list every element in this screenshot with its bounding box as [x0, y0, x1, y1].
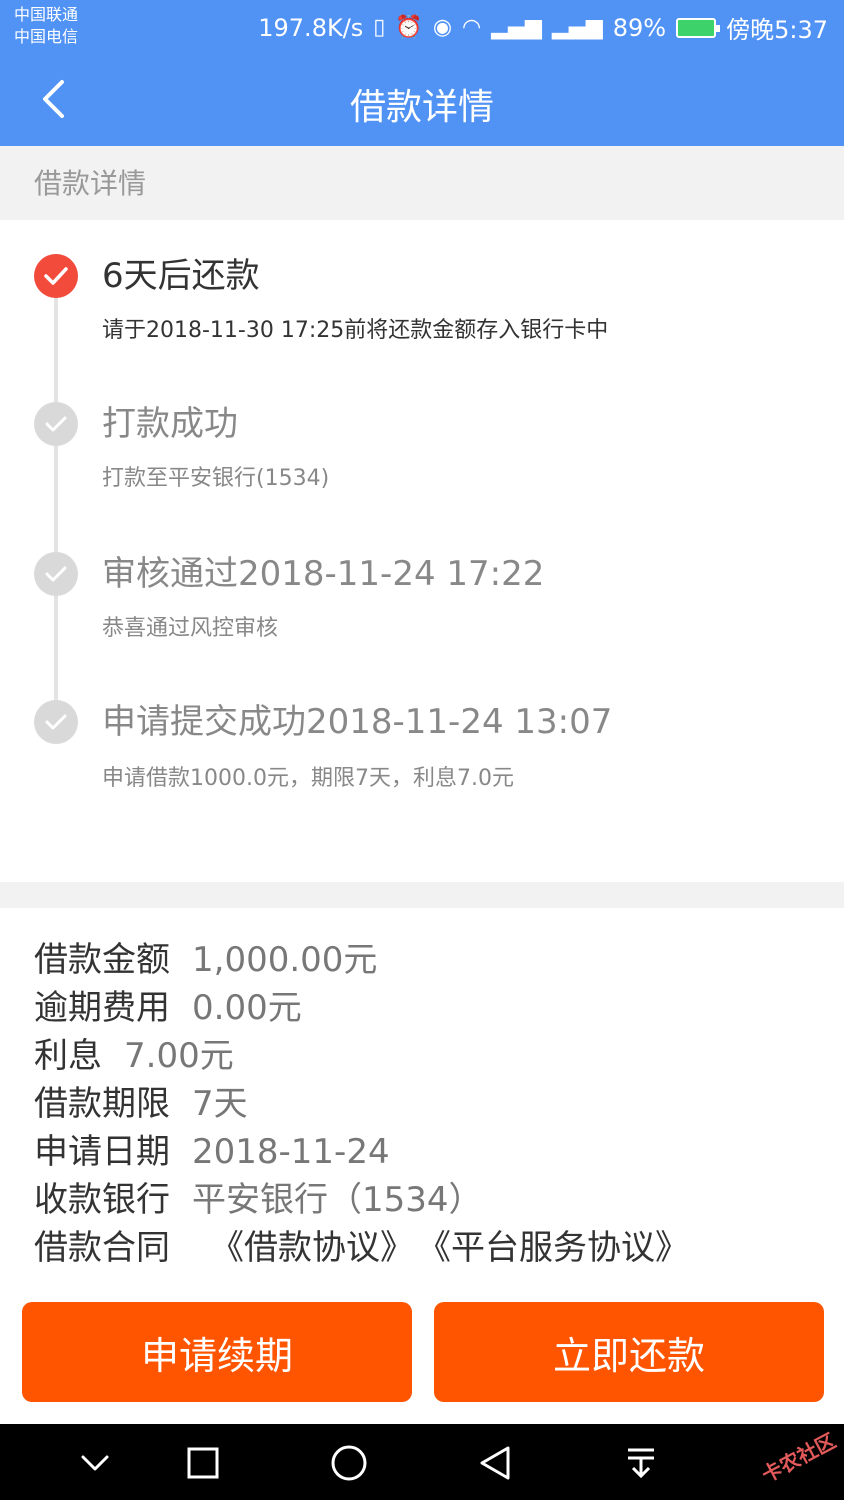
section-divider: [0, 882, 844, 908]
detail-label: 收款银行: [34, 1180, 170, 1220]
detail-value: 0.00元: [192, 988, 302, 1028]
check-circle-icon: [34, 402, 78, 446]
step-title: 6天后还款: [102, 256, 260, 296]
loan-agreement-link[interactable]: 《借款协议》: [210, 1228, 414, 1268]
extend-loan-button[interactable]: 申请续期: [22, 1302, 412, 1402]
timeline-step-submitted: 申请提交成功2018-11-24 13:07 申请借款1000.0元，期限7天，…: [0, 668, 844, 808]
network-speed: 197.8K/s: [258, 13, 364, 42]
timeline-step-paid: 打款成功 打款至平安银行(1534): [0, 370, 844, 510]
signal-4g-icon: ▂▄▆: [551, 15, 603, 40]
detail-value: 2018-11-24: [192, 1132, 390, 1172]
page-title: 借款详情: [349, 87, 494, 128]
step-subtitle: 请于2018-11-30 17:25前将还款金额存入银行卡中: [102, 318, 609, 343]
detail-value: 1,000.00元: [192, 940, 378, 980]
back-nav-button[interactable]: [470, 1438, 520, 1488]
step-subtitle: 打款至平安银行(1534): [102, 466, 330, 491]
platform-service-agreement-link[interactable]: 《平台服务协议》: [434, 1228, 689, 1268]
step-title: 申请提交成功2018-11-24 13:07: [102, 702, 613, 742]
detail-value: 7.00元: [124, 1036, 234, 1076]
section-label: 借款详情: [34, 167, 147, 200]
hide-nav-button[interactable]: [70, 1438, 120, 1488]
check-circle-icon: [34, 552, 78, 596]
square-icon: [187, 1447, 219, 1479]
section-header: 借款详情: [0, 146, 844, 220]
detail-label: 逾期费用: [34, 988, 170, 1028]
clock: 傍晚5:37: [726, 16, 828, 44]
check-circle-icon: [34, 254, 78, 298]
notification-pull-button[interactable]: [616, 1438, 666, 1488]
step-subtitle: 恭喜通过风控审核: [102, 616, 279, 641]
eye-icon: ◉: [432, 15, 453, 40]
app-header: 借款详情: [0, 56, 844, 146]
circle-icon: [331, 1445, 367, 1481]
timeline-step-repay: 6天后还款 请于2018-11-30 17:25前将还款金额存入银行卡中: [0, 220, 844, 360]
alarm-icon: ⏰: [395, 15, 423, 40]
loan-details: 借款金额 1,000.00元 逾期费用 0.00元 利息 7.00元 借款期限 7天 申…: [0, 908, 844, 1298]
detail-value: 7天: [192, 1084, 248, 1124]
watermark-logo: 卡农社区: [757, 1428, 840, 1488]
step-title: 打款成功: [102, 404, 238, 444]
check-circle-icon: [34, 700, 78, 744]
detail-label: 借款合同: [34, 1228, 170, 1268]
battery-percent: 89%: [612, 13, 667, 42]
repay-now-button[interactable]: 立即还款: [434, 1302, 824, 1402]
detail-label: 借款期限: [34, 1084, 170, 1124]
timeline-step-approved: 审核通过2018-11-24 17:22 恭喜通过风控审核: [0, 520, 844, 660]
home-button[interactable]: [324, 1438, 374, 1488]
system-nav-bar: 卡农社区: [0, 1424, 844, 1500]
signal-3g-icon: ▂▄▆: [491, 15, 542, 40]
carrier-2: 中国电信: [14, 27, 79, 46]
status-indicators: 197.8K/s ▯ ⏰ ◉ ◠ ▂▄▆ ▂▄▆ 89% 傍晚5:37: [258, 10, 828, 45]
vibrate-icon: ▯: [373, 15, 386, 40]
detail-row-bank: 收款银行 平安银行（1534）: [34, 1172, 483, 1221]
detail-row-interest: 利息 7.00元: [34, 1028, 234, 1077]
detail-label: 借款金额: [34, 940, 170, 980]
detail-row-amount: 借款金额 1,000.00元: [34, 932, 377, 981]
detail-row-date: 申请日期 2018-11-24: [34, 1124, 390, 1173]
detail-label: 利息: [34, 1036, 102, 1076]
step-title: 审核通过2018-11-24 17:22: [102, 554, 545, 594]
chevron-down-icon: [81, 1455, 109, 1471]
detail-row-term: 借款期限 7天: [34, 1076, 248, 1125]
detail-row-contract: 借款合同 《借款协议》 《平台服务协议》: [34, 1220, 689, 1269]
recents-button[interactable]: [178, 1438, 228, 1488]
loan-timeline: 6天后还款 请于2018-11-30 17:25前将还款金额存入银行卡中 打款成…: [0, 220, 844, 882]
step-subtitle: 申请借款1000.0元，期限7天，利息7.0元: [102, 766, 514, 791]
battery-icon: [676, 17, 721, 38]
detail-row-overdue: 逾期费用 0.00元: [34, 980, 302, 1029]
wifi-icon: ◠: [462, 15, 482, 40]
download-icon: [628, 1448, 654, 1479]
triangle-back-icon: [480, 1446, 510, 1480]
carrier-1: 中国联通: [14, 5, 79, 24]
detail-value: 平安银行（1534）: [192, 1180, 483, 1220]
detail-label: 申请日期: [34, 1132, 170, 1172]
status-bar: 中国联通 中国电信 197.8K/s ▯ ⏰ ◉ ◠ ▂▄▆ ▂▄▆ 89% 傍…: [0, 0, 844, 56]
carrier-info: 中国联通 中国电信: [14, 4, 78, 48]
